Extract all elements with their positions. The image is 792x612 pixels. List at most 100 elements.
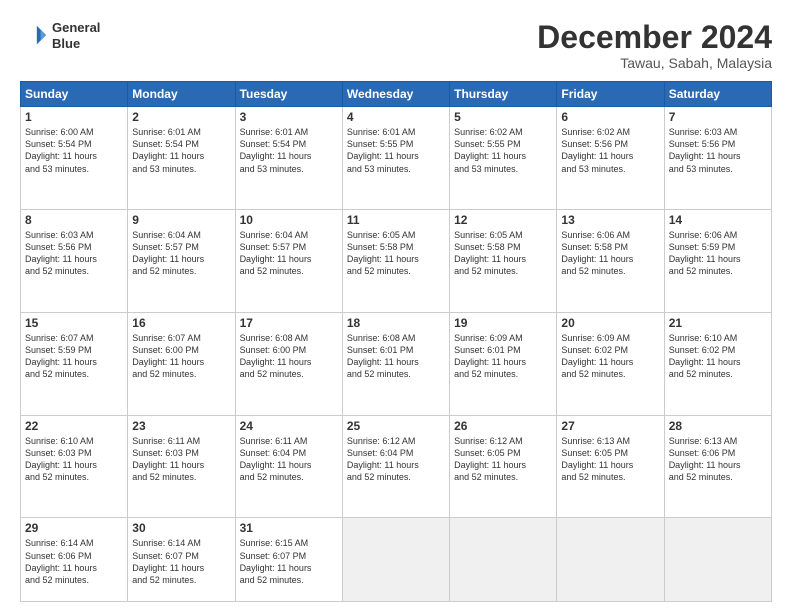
day-number: 10 bbox=[240, 213, 338, 227]
day-number: 31 bbox=[240, 521, 338, 535]
calendar-cell: 23Sunrise: 6:11 AMSunset: 6:03 PMDayligh… bbox=[128, 415, 235, 518]
day-info: Sunrise: 6:08 AMSunset: 6:00 PMDaylight:… bbox=[240, 332, 338, 381]
calendar-body: 1Sunrise: 6:00 AMSunset: 5:54 PMDaylight… bbox=[21, 107, 772, 602]
calendar-cell bbox=[342, 518, 449, 602]
calendar-cell: 14 Sunrise: 6:06 AMSunset: 5:59 PMDayligh… bbox=[664, 209, 771, 312]
calendar: SundayMondayTuesdayWednesdayThursdayFrid… bbox=[20, 81, 772, 602]
title-block: December 2024 Tawau, Sabah, Malaysia bbox=[537, 20, 772, 71]
day-info: Sunrise: 6:11 AMSunset: 6:03 PMDaylight:… bbox=[132, 435, 230, 484]
day-number: 4 bbox=[347, 110, 445, 124]
day-info: Sunrise: 6:05 AMSunset: 5:58 PMDaylight:… bbox=[454, 229, 552, 278]
day-info: Sunrise: 6:10 AMSunset: 6:02 PMDaylight:… bbox=[669, 332, 767, 381]
calendar-week: 8 Sunrise: 6:03 AMSunset: 5:56 PMDaylight… bbox=[21, 209, 772, 312]
calendar-cell: 30 Sunrise: 6:14 AMSunset: 6:07 PMDayligh… bbox=[128, 518, 235, 602]
logo-line1: General bbox=[52, 20, 100, 36]
calendar-cell: 1Sunrise: 6:00 AMSunset: 5:54 PMDaylight… bbox=[21, 107, 128, 210]
page: General Blue December 2024 Tawau, Sabah,… bbox=[0, 0, 792, 612]
day-number: 12 bbox=[454, 213, 552, 227]
day-info: Sunrise: 6:03 AMSunset: 5:56 PMDaylight:… bbox=[25, 229, 123, 278]
calendar-week: 1Sunrise: 6:00 AMSunset: 5:54 PMDaylight… bbox=[21, 107, 772, 210]
day-number: 24 bbox=[240, 419, 338, 433]
day-number: 17 bbox=[240, 316, 338, 330]
day-number: 6 bbox=[561, 110, 659, 124]
day-info: Sunrise: 6:00 AMSunset: 5:54 PMDaylight:… bbox=[25, 126, 123, 175]
day-info: Sunrise: 6:01 AMSunset: 5:54 PMDaylight:… bbox=[132, 126, 230, 175]
day-info: Sunrise: 6:05 AMSunset: 5:58 PMDaylight:… bbox=[347, 229, 445, 278]
day-info: Sunrise: 6:06 AMSunset: 5:58 PMDaylight:… bbox=[561, 229, 659, 278]
calendar-cell: 21Sunrise: 6:10 AMSunset: 6:02 PMDayligh… bbox=[664, 312, 771, 415]
day-info: Sunrise: 6:07 AMSunset: 6:00 PMDaylight:… bbox=[132, 332, 230, 381]
day-info: Sunrise: 6:01 AMSunset: 5:54 PMDaylight:… bbox=[240, 126, 338, 175]
day-number: 14 bbox=[669, 213, 767, 227]
day-info: Sunrise: 6:07 AMSunset: 5:59 PMDaylight:… bbox=[25, 332, 123, 381]
day-number: 15 bbox=[25, 316, 123, 330]
calendar-cell: 16Sunrise: 6:07 AMSunset: 6:00 PMDayligh… bbox=[128, 312, 235, 415]
day-number: 29 bbox=[25, 521, 123, 535]
calendar-cell: 8 Sunrise: 6:03 AMSunset: 5:56 PMDaylight… bbox=[21, 209, 128, 312]
calendar-cell: 18 Sunrise: 6:08 AMSunset: 6:01 PMDayligh… bbox=[342, 312, 449, 415]
day-number: 27 bbox=[561, 419, 659, 433]
calendar-cell: 20Sunrise: 6:09 AMSunset: 6:02 PMDayligh… bbox=[557, 312, 664, 415]
day-info: Sunrise: 6:02 AMSunset: 5:55 PMDaylight:… bbox=[454, 126, 552, 175]
calendar-cell: 27 Sunrise: 6:13 AMSunset: 6:05 PMDayligh… bbox=[557, 415, 664, 518]
day-info: Sunrise: 6:13 AMSunset: 6:06 PMDaylight:… bbox=[669, 435, 767, 484]
day-info: Sunrise: 6:09 AMSunset: 6:02 PMDaylight:… bbox=[561, 332, 659, 381]
day-number: 28 bbox=[669, 419, 767, 433]
logo-icon bbox=[20, 22, 48, 50]
calendar-cell: 28 Sunrise: 6:13 AMSunset: 6:06 PMDayligh… bbox=[664, 415, 771, 518]
weekday-row: SundayMondayTuesdayWednesdayThursdayFrid… bbox=[21, 82, 772, 107]
day-info: Sunrise: 6:14 AMSunset: 6:06 PMDaylight:… bbox=[25, 537, 123, 586]
calendar-cell bbox=[557, 518, 664, 602]
calendar-cell: 4 Sunrise: 6:01 AMSunset: 5:55 PMDaylight… bbox=[342, 107, 449, 210]
day-info: Sunrise: 6:13 AMSunset: 6:05 PMDaylight:… bbox=[561, 435, 659, 484]
day-number: 2 bbox=[132, 110, 230, 124]
day-number: 26 bbox=[454, 419, 552, 433]
day-info: Sunrise: 6:14 AMSunset: 6:07 PMDaylight:… bbox=[132, 537, 230, 586]
day-info: Sunrise: 6:12 AMSunset: 6:05 PMDaylight:… bbox=[454, 435, 552, 484]
calendar-cell bbox=[450, 518, 557, 602]
day-number: 19 bbox=[454, 316, 552, 330]
calendar-cell: 2 Sunrise: 6:01 AMSunset: 5:54 PMDaylight… bbox=[128, 107, 235, 210]
day-number: 25 bbox=[347, 419, 445, 433]
month-title: December 2024 bbox=[537, 20, 772, 55]
day-number: 18 bbox=[347, 316, 445, 330]
day-number: 8 bbox=[25, 213, 123, 227]
logo-line2: Blue bbox=[52, 36, 100, 52]
day-info: Sunrise: 6:01 AMSunset: 5:55 PMDaylight:… bbox=[347, 126, 445, 175]
day-number: 30 bbox=[132, 521, 230, 535]
calendar-week: 15 Sunrise: 6:07 AMSunset: 5:59 PMDayligh… bbox=[21, 312, 772, 415]
location: Tawau, Sabah, Malaysia bbox=[537, 55, 772, 71]
calendar-cell: 6Sunrise: 6:02 AMSunset: 5:56 PMDaylight… bbox=[557, 107, 664, 210]
calendar-cell: 24 Sunrise: 6:11 AMSunset: 6:04 PMDayligh… bbox=[235, 415, 342, 518]
calendar-cell: 12 Sunrise: 6:05 AMSunset: 5:58 PMDayligh… bbox=[450, 209, 557, 312]
day-number: 3 bbox=[240, 110, 338, 124]
calendar-cell: 15 Sunrise: 6:07 AMSunset: 5:59 PMDayligh… bbox=[21, 312, 128, 415]
day-info: Sunrise: 6:04 AMSunset: 5:57 PMDaylight:… bbox=[132, 229, 230, 278]
weekday-header: Thursday bbox=[450, 82, 557, 107]
calendar-cell: 3 Sunrise: 6:01 AMSunset: 5:54 PMDaylight… bbox=[235, 107, 342, 210]
calendar-cell: 10Sunrise: 6:04 AMSunset: 5:57 PMDayligh… bbox=[235, 209, 342, 312]
weekday-header: Friday bbox=[557, 82, 664, 107]
day-number: 9 bbox=[132, 213, 230, 227]
calendar-header: SundayMondayTuesdayWednesdayThursdayFrid… bbox=[21, 82, 772, 107]
day-info: Sunrise: 6:03 AMSunset: 5:56 PMDaylight:… bbox=[669, 126, 767, 175]
calendar-cell: 25 Sunrise: 6:12 AMSunset: 6:04 PMDayligh… bbox=[342, 415, 449, 518]
day-info: Sunrise: 6:06 AMSunset: 5:59 PMDaylight:… bbox=[669, 229, 767, 278]
calendar-cell: 9 Sunrise: 6:04 AMSunset: 5:57 PMDaylight… bbox=[128, 209, 235, 312]
weekday-header: Wednesday bbox=[342, 82, 449, 107]
calendar-cell: 13 Sunrise: 6:06 AMSunset: 5:58 PMDayligh… bbox=[557, 209, 664, 312]
calendar-cell: 31Sunrise: 6:15 AMSunset: 6:07 PMDayligh… bbox=[235, 518, 342, 602]
calendar-cell: 29 Sunrise: 6:14 AMSunset: 6:06 PMDayligh… bbox=[21, 518, 128, 602]
calendar-cell: 19Sunrise: 6:09 AMSunset: 6:01 PMDayligh… bbox=[450, 312, 557, 415]
day-number: 13 bbox=[561, 213, 659, 227]
logo: General Blue bbox=[20, 20, 100, 51]
day-number: 22 bbox=[25, 419, 123, 433]
calendar-week: 29 Sunrise: 6:14 AMSunset: 6:06 PMDayligh… bbox=[21, 518, 772, 602]
day-info: Sunrise: 6:12 AMSunset: 6:04 PMDaylight:… bbox=[347, 435, 445, 484]
day-info: Sunrise: 6:08 AMSunset: 6:01 PMDaylight:… bbox=[347, 332, 445, 381]
day-number: 11 bbox=[347, 213, 445, 227]
day-info: Sunrise: 6:11 AMSunset: 6:04 PMDaylight:… bbox=[240, 435, 338, 484]
header: General Blue December 2024 Tawau, Sabah,… bbox=[20, 20, 772, 71]
calendar-cell: 5Sunrise: 6:02 AMSunset: 5:55 PMDaylight… bbox=[450, 107, 557, 210]
calendar-cell: 22Sunrise: 6:10 AMSunset: 6:03 PMDayligh… bbox=[21, 415, 128, 518]
